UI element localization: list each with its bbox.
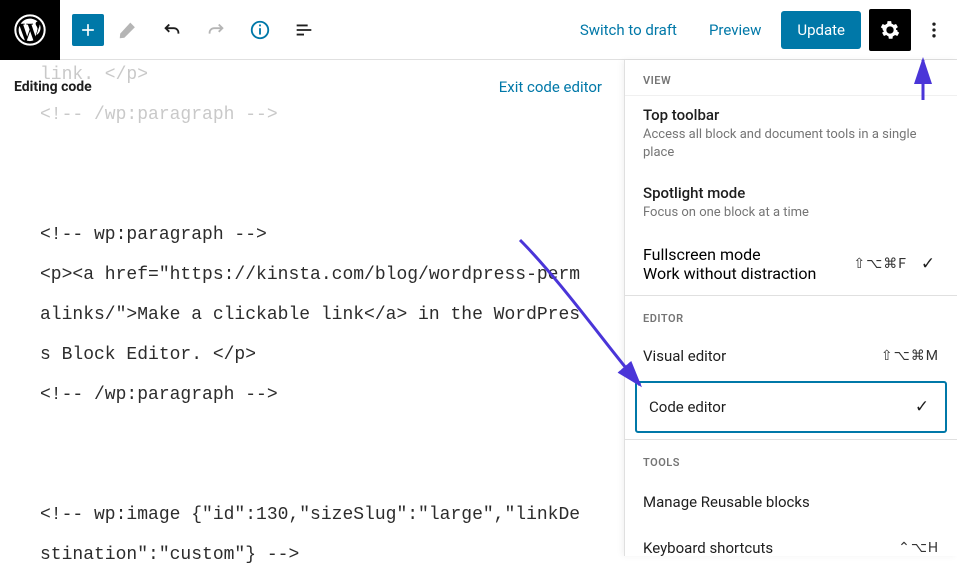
top-toolbar-desc: Access all block and document tools in a…: [643, 126, 939, 162]
top-toolbar-title: Top toolbar: [643, 106, 939, 124]
wordpress-icon: [14, 14, 46, 46]
pencil-icon: [117, 19, 139, 41]
outline-button[interactable]: [284, 10, 324, 50]
preview-button[interactable]: Preview: [697, 13, 773, 47]
wordpress-logo[interactable]: [0, 0, 60, 60]
more-options-button[interactable]: [919, 9, 949, 51]
visual-editor-option[interactable]: Visual editor ⇧⌥⌘M: [625, 335, 957, 377]
keyboard-shortcuts-shortcut: ⌃⌥H: [898, 540, 939, 556]
manage-blocks-label: Manage Reusable blocks: [643, 493, 810, 511]
edit-mode-button[interactable]: [108, 10, 148, 50]
fullscreen-mode-option[interactable]: Fullscreen mode Work without distraction…: [625, 235, 957, 295]
code-editor-option[interactable]: Code editor ✓: [635, 381, 947, 433]
check-icon: ✓: [917, 254, 939, 274]
list-icon: [293, 19, 315, 41]
editor-section-title: EDITOR: [625, 296, 957, 335]
info-icon: [249, 19, 271, 41]
add-block-button[interactable]: [72, 14, 104, 46]
view-section-title: VIEW: [625, 60, 957, 96]
code-editor-textarea[interactable]: link. </p> <!-- /wp:paragraph --> <!-- w…: [0, 55, 624, 575]
code-editor-label: Code editor: [649, 398, 726, 416]
fullscreen-desc: Work without distraction: [643, 264, 853, 283]
spotlight-desc: Focus on one block at a time: [643, 204, 939, 222]
fullscreen-shortcut: ⇧⌥⌘F: [853, 256, 907, 272]
update-button[interactable]: Update: [781, 11, 861, 49]
fullscreen-title: Fullscreen mode: [643, 245, 853, 264]
settings-button[interactable]: [869, 9, 911, 51]
check-icon: ✓: [911, 397, 933, 417]
spotlight-mode-option[interactable]: Spotlight mode Focus on one block at a t…: [625, 174, 957, 234]
exit-code-editor-link[interactable]: Exit code editor: [499, 78, 602, 96]
editing-code-label: Editing code: [14, 79, 92, 95]
options-panel: VIEW Top toolbar Access all block and do…: [624, 60, 957, 556]
top-toolbar-option[interactable]: Top toolbar Access all block and documen…: [625, 96, 957, 174]
redo-icon: [205, 19, 227, 41]
undo-button[interactable]: [152, 10, 192, 50]
keyboard-shortcuts-label: Keyboard shortcuts: [643, 539, 773, 556]
plus-icon: [78, 20, 98, 40]
keyboard-shortcuts-option[interactable]: Keyboard shortcuts ⌃⌥H: [625, 525, 957, 556]
gear-icon: [879, 19, 901, 41]
visual-editor-shortcut: ⇧⌥⌘M: [881, 348, 939, 364]
manage-reusable-blocks-option[interactable]: Manage Reusable blocks: [625, 479, 957, 525]
tools-section-title: TOOLS: [625, 440, 957, 479]
info-button[interactable]: [240, 10, 280, 50]
redo-button[interactable]: [196, 10, 236, 50]
code-text: <!-- wp:paragraph --> <p><a href="https:…: [40, 225, 580, 565]
undo-icon: [161, 19, 183, 41]
switch-to-draft-button[interactable]: Switch to draft: [568, 13, 689, 47]
visual-editor-label: Visual editor: [643, 347, 726, 365]
spotlight-title: Spotlight mode: [643, 184, 939, 202]
kebab-icon: [924, 20, 944, 40]
